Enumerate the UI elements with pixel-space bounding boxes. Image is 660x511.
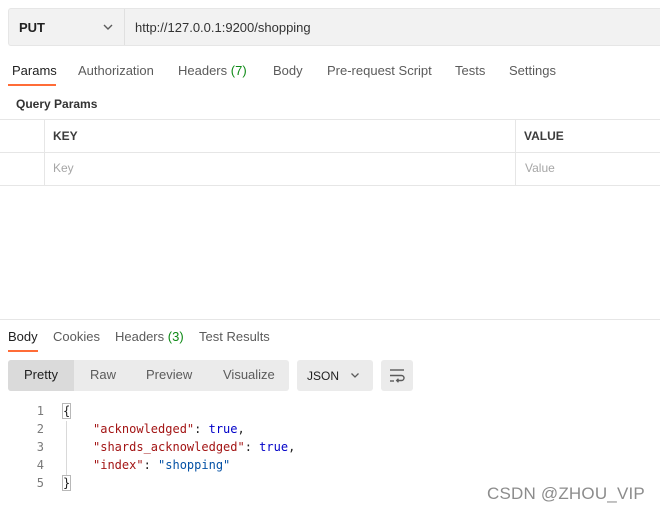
method-label: PUT [19, 20, 45, 35]
response-active-tab-indicator [8, 350, 38, 352]
view-mode-preview[interactable]: Preview [146, 367, 192, 382]
format-select[interactable]: JSON [297, 360, 373, 391]
request-bar: PUT http://127.0.0.1:9200/shopping [8, 8, 660, 46]
view-mode-pretty[interactable]: Pretty [8, 360, 74, 391]
response-tab-body[interactable]: Body [8, 329, 38, 344]
tab-headers[interactable]: Headers (7) [178, 63, 247, 78]
table-border-bottom [0, 185, 660, 186]
tab-tests[interactable]: Tests [455, 63, 485, 78]
method-select[interactable]: PUT [9, 9, 125, 45]
column-header-value: VALUE [524, 129, 564, 143]
tab-authorization[interactable]: Authorization [78, 63, 154, 78]
code-line: "shards_acknowledged": true, [93, 440, 296, 454]
tab-body[interactable]: Body [273, 63, 303, 78]
response-tab-cookies[interactable]: Cookies [53, 329, 100, 344]
table-column-divider [44, 119, 45, 186]
format-label: JSON [307, 369, 340, 383]
open-brace: { [61, 403, 72, 419]
wrap-lines-button[interactable] [381, 360, 413, 391]
view-mode-raw[interactable]: Raw [90, 367, 116, 382]
key-input[interactable]: Key [53, 161, 74, 175]
value-input[interactable]: Value [525, 161, 555, 175]
line-number: 2 [36, 422, 44, 436]
indent-guide [66, 421, 67, 476]
column-header-key: KEY [53, 129, 78, 143]
table-column-divider [515, 119, 516, 186]
url-input[interactable]: http://127.0.0.1:9200/shopping [135, 20, 311, 35]
active-tab-indicator [8, 84, 56, 86]
chevron-down-icon [103, 24, 113, 30]
section-title: Query Params [16, 97, 98, 111]
wrap-lines-icon [390, 369, 405, 383]
line-number: 1 [36, 404, 44, 418]
response-headers-count: (3) [167, 329, 184, 344]
tab-pre-request-script[interactable]: Pre-request Script [327, 63, 432, 78]
line-number: 5 [36, 476, 44, 490]
view-mode-pretty-label: Pretty [24, 367, 58, 382]
headers-count: (7) [230, 63, 247, 78]
line-number: 3 [36, 440, 44, 454]
table-border-mid [0, 152, 660, 153]
view-mode-control: Pretty Raw Preview Visualize [8, 360, 289, 391]
code-line: "acknowledged": true, [93, 422, 245, 436]
response-divider [0, 319, 660, 320]
line-number: 4 [36, 458, 44, 472]
watermark: CSDN @ZHOU_VIP [487, 484, 645, 503]
chevron-down-icon [351, 373, 359, 378]
response-tab-headers[interactable]: Headers (3) [115, 329, 184, 344]
response-tab-test-results[interactable]: Test Results [199, 329, 270, 344]
tab-settings[interactable]: Settings [509, 63, 556, 78]
tab-params[interactable]: Params [12, 63, 57, 78]
code-line: "index": "shopping" [93, 458, 231, 472]
view-mode-visualize[interactable]: Visualize [223, 367, 275, 382]
close-brace: } [61, 475, 72, 491]
table-border-top [0, 119, 660, 120]
